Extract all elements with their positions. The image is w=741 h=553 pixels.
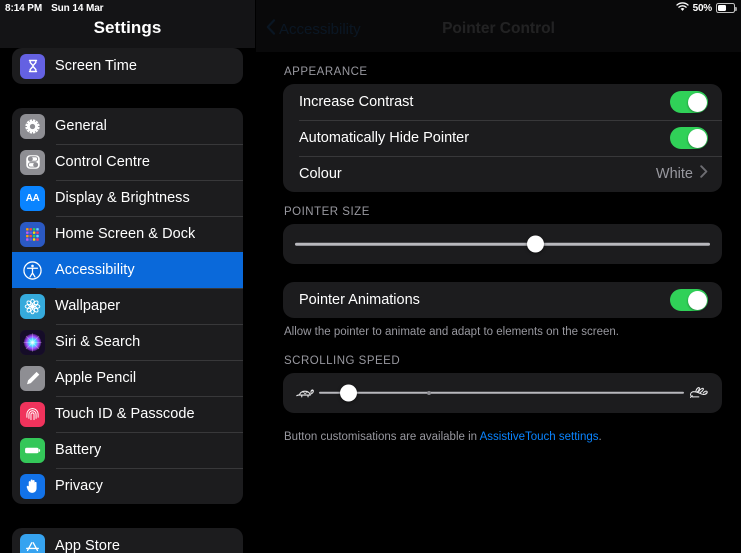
appearance-card: Increase Contrast Automatically Hide Poi… (283, 84, 722, 192)
increase-contrast-label: Increase Contrast (299, 94, 414, 110)
sidebar-group-0: Screen Time (12, 48, 243, 84)
sidebar-item-label: Accessibility (55, 262, 135, 278)
sidebar-item-label: General (55, 118, 107, 134)
home-screen-grid-icon (20, 221, 45, 247)
assistive-touch-settings-link[interactable]: AssistiveTouch settings (480, 431, 599, 443)
automatically-hide-pointer-label: Automatically Hide Pointer (299, 130, 470, 146)
sidebar-item-wallpaper[interactable]: Wallpaper (12, 288, 243, 324)
pointer-animations-toggle[interactable] (670, 289, 708, 311)
gear-icon (20, 113, 45, 139)
increase-contrast-toggle[interactable] (670, 91, 708, 113)
status-date: Sun 14 Mar (51, 2, 104, 14)
sidebar-group-2: App Store (12, 528, 243, 553)
row-automatically-hide-pointer[interactable]: Automatically Hide Pointer (283, 120, 722, 156)
row-pointer-animations[interactable]: Pointer Animations (283, 282, 722, 318)
assistive-footnote-text-before: Button customisations are available in (284, 430, 480, 443)
scrolling-speed-slider-track (319, 391, 684, 394)
wifi-icon (675, 1, 689, 15)
app-store-icon (20, 533, 45, 553)
sidebar-item-label: Siri & Search (55, 334, 141, 350)
pointer-size-section-header: POINTER SIZE (284, 206, 370, 218)
pointer-size-slider-thumb[interactable] (527, 235, 545, 253)
assistive-footnote-text-after: . (598, 430, 602, 443)
sidebar-item-label: App Store (55, 538, 120, 553)
pointer-control-detail-panel: APPEARANCE Increase Contrast Automatical… (256, 0, 741, 553)
colour-value-group: White (656, 165, 708, 183)
pointer-size-slider[interactable] (295, 233, 710, 255)
battery-icon (716, 3, 737, 13)
assistive-touch-footnote: Button customisations are available in A… (256, 423, 741, 446)
sidebar-item-label: Wallpaper (55, 298, 121, 314)
scrolling-speed-card (283, 372, 722, 413)
battery-percent-label: 50% (692, 2, 713, 14)
hand-raised-icon (20, 473, 45, 499)
chevron-right-icon (700, 165, 708, 183)
accessibility-person-icon (20, 257, 45, 283)
sidebar-item-display-brightness[interactable]: AA Display & Brightness (12, 180, 243, 216)
sidebar-item-home-screen-dock[interactable]: Home Screen & Dock (12, 216, 243, 252)
pointer-size-slider-track (295, 242, 710, 246)
sidebar-item-label: Display & Brightness (55, 190, 190, 206)
pointer-animations-footnote: Allow the pointer to animate and adapt t… (284, 326, 619, 338)
sidebar-item-label: Control Centre (55, 154, 150, 170)
colour-label: Colour (299, 166, 342, 182)
status-time: 8:14 PM (5, 2, 43, 14)
colour-value: White (655, 166, 693, 182)
scrolling-speed-slider[interactable] (319, 382, 684, 404)
sidebar-item-label: Home Screen & Dock (55, 226, 196, 242)
battery-icon (20, 437, 45, 463)
aa-text-icon: AA (20, 185, 45, 211)
control-centre-icon (20, 149, 45, 175)
hare-icon (688, 385, 710, 401)
hourglass-icon (20, 53, 45, 79)
scrolling-speed-slider-tick (426, 390, 431, 395)
sidebar-item-label: Apple Pencil (55, 370, 137, 386)
automatically-hide-pointer-toggle[interactable] (670, 127, 708, 149)
sidebar-item-app-store[interactable]: App Store (12, 528, 243, 553)
appearance-section-header: APPEARANCE (284, 66, 368, 78)
sidebar-title: Settings (93, 18, 162, 37)
tortoise-icon (295, 385, 317, 400)
pointer-animations-label: Pointer Animations (299, 292, 420, 308)
sidebar-item-privacy[interactable]: Privacy (12, 468, 243, 504)
sidebar-item-general[interactable]: General (12, 108, 243, 144)
ipad-settings-screen: 8:14 PM Sun 14 Mar 50% Screen Time Genera… (0, 0, 741, 553)
pointer-animations-card: Pointer Animations (283, 282, 722, 318)
scrolling-speed-section-header: SCROLLING SPEED (284, 354, 401, 367)
sidebar-item-label: Privacy (55, 478, 103, 494)
detail-body: APPEARANCE Increase Contrast Automatical… (256, 52, 741, 445)
sidebar-item-battery[interactable]: Battery (12, 432, 243, 468)
siri-orb-icon (20, 329, 45, 355)
pointer-size-card (283, 224, 722, 264)
flower-icon (20, 293, 45, 319)
sidebar-group-1: General Control Centre AA Display & Brightn… (12, 108, 243, 504)
sidebar-item-screen-time[interactable]: Screen Time (12, 48, 243, 84)
sidebar-item-touch-id-passcode[interactable]: Touch ID & Passcode (12, 396, 243, 432)
scrolling-speed-slider-thumb[interactable] (339, 384, 357, 402)
sidebar-item-siri-search[interactable]: Siri & Search (12, 324, 243, 360)
status-bar-right: 50% (675, 1, 737, 15)
row-increase-contrast[interactable]: Increase Contrast (283, 84, 722, 120)
row-colour[interactable]: Colour White (283, 156, 722, 192)
status-bar-left: 8:14 PM Sun 14 Mar (5, 2, 104, 14)
status-bar: 8:14 PM Sun 14 Mar 50% (0, 0, 741, 16)
sidebar-item-label: Screen Time (55, 58, 137, 74)
pencil-icon (20, 365, 45, 391)
settings-sidebar: Screen Time General Control Centre AA Displa… (0, 0, 255, 553)
sidebar-item-label: Battery (55, 442, 102, 458)
sidebar-scroll-area[interactable]: Screen Time General Control Centre AA Displa… (0, 0, 255, 553)
sidebar-item-apple-pencil[interactable]: Apple Pencil (12, 360, 243, 396)
sidebar-item-label: Touch ID & Passcode (55, 406, 195, 422)
sidebar-groups: Screen Time General Control Centre AA Displa… (0, 48, 255, 553)
sidebar-item-accessibility[interactable]: Accessibility (12, 252, 243, 288)
fingerprint-icon (20, 401, 45, 427)
sidebar-item-control-centre[interactable]: Control Centre (12, 144, 243, 180)
